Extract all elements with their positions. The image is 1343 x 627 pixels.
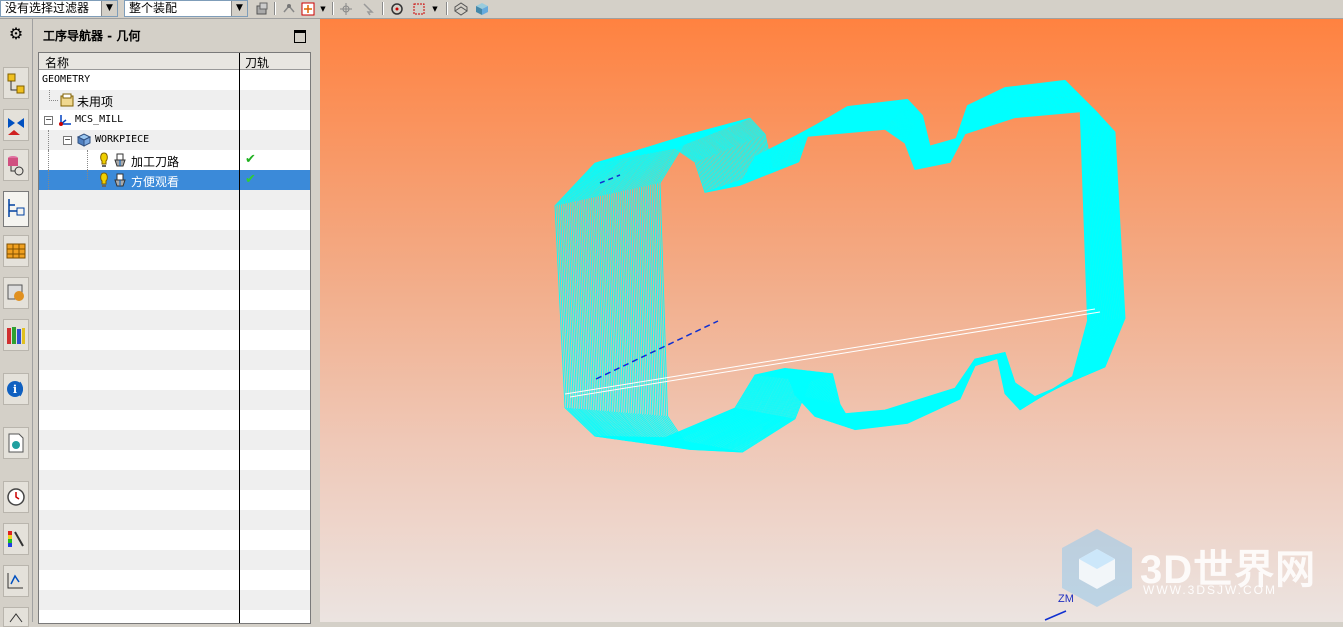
collapse-icon[interactable]: − <box>63 136 72 145</box>
chevron-down-icon[interactable]: ▼ <box>101 1 117 16</box>
empty-row <box>39 250 310 270</box>
empty-row <box>39 210 310 230</box>
toolpath-ok-check-icon: ✔ <box>245 172 256 187</box>
tree-row-label: MCS_MILL <box>75 114 124 125</box>
empty-row <box>39 330 310 350</box>
clock-history-icon[interactable] <box>3 481 29 513</box>
toolpath-pass <box>611 93 1106 446</box>
empty-row <box>39 230 310 250</box>
selection-filter-value: 没有选择过滤器 <box>5 1 90 15</box>
empty-row <box>39 390 310 410</box>
collapse-icon[interactable]: − <box>44 116 53 125</box>
selection-scope-dropdown[interactable]: 整个装配 ▼ <box>124 0 248 17</box>
wireframe-view-icon[interactable] <box>453 1 469 16</box>
empty-row <box>39 530 310 550</box>
tree-row-label: WORKPIECE <box>95 134 150 145</box>
coordinate-system-icon <box>59 115 71 126</box>
toolpath-model <box>554 79 1126 621</box>
point-dialog-icon[interactable] <box>300 1 316 16</box>
column-header-name[interactable]: 名称 <box>45 54 69 71</box>
empty-row <box>39 410 310 430</box>
empty-row <box>39 310 310 330</box>
part-navigator-icon[interactable] <box>3 149 29 181</box>
tree-row-operation-1[interactable]: 加工刀路 ✔ <box>39 150 310 170</box>
selection-filter-dropdown[interactable]: 没有选择过滤器 ▼ <box>0 0 118 17</box>
folder-icon <box>60 93 74 107</box>
panel-title: 工序导航器 - 几何 <box>43 29 141 43</box>
top-toolbar: 没有选择过滤器 ▼ 整个装配 ▼ ▼ ▼ <box>0 0 1343 19</box>
web-browser-icon[interactable] <box>3 277 29 309</box>
circle-target-icon[interactable] <box>389 1 405 16</box>
operation-navigator-panel: 工序导航器 - 几何 名称 刀轨 GEOMETRY 未用项 − MCS_MILL… <box>33 19 320 624</box>
empty-row <box>39 590 310 610</box>
roles-icon[interactable] <box>3 607 29 627</box>
tree-row-operation-2[interactable]: 方便观看 ✔ <box>39 170 310 190</box>
watermark-url: WWW.3DSJW.COM <box>1143 583 1277 597</box>
resource-bar: ⚙ i <box>0 19 33 627</box>
toolpath-ok-check-icon: ✔ <box>245 152 256 167</box>
column-header-toolpath[interactable]: 刀轨 <box>245 54 269 71</box>
empty-row <box>39 450 310 470</box>
axis-label-zm: ZM <box>1058 593 1074 605</box>
system-materials-icon[interactable] <box>3 565 29 597</box>
tree-row-geometry[interactable]: GEOMETRY <box>39 70 310 90</box>
tree-row-label: 未用项 <box>77 95 114 109</box>
tree-row-mcs-mill[interactable]: − MCS_MILL <box>39 110 310 130</box>
mill-operation-icon <box>114 173 126 187</box>
crosshair-icon[interactable] <box>338 1 354 16</box>
toolpath-pass <box>609 94 1106 446</box>
assembly-navigator-icon[interactable] <box>3 67 29 99</box>
svg-text:i: i <box>13 383 17 396</box>
empty-row <box>39 490 310 510</box>
empty-row <box>39 570 310 590</box>
document-history-icon[interactable] <box>3 427 29 459</box>
workpiece-icon <box>76 133 92 147</box>
chevron-down-icon[interactable]: ▼ <box>231 1 247 16</box>
snap-point-icon[interactable] <box>281 1 297 16</box>
empty-row <box>39 470 310 490</box>
empty-row <box>39 190 310 210</box>
empty-row <box>39 290 310 310</box>
empty-row <box>39 270 310 290</box>
shaded-view-icon[interactable] <box>474 1 490 16</box>
constraint-navigator-icon[interactable] <box>3 109 29 141</box>
table-header: 名称 刀轨 <box>39 53 310 70</box>
graphics-viewport[interactable]: 3D世界网 WWW.3DSJW.COM ZM <box>320 19 1343 622</box>
operation-navigator-icon[interactable] <box>3 191 29 227</box>
selection-scope-value: 整个装配 <box>129 1 178 15</box>
toolpath-pass <box>599 97 1110 445</box>
column-divider <box>239 53 240 623</box>
settings-gear-icon[interactable]: ⚙ <box>3 19 29 47</box>
toolpath-pass <box>607 94 1107 446</box>
empty-row <box>39 350 310 370</box>
toolpath-pass <box>588 100 1114 443</box>
machine-tool-navigator-icon[interactable] <box>3 235 29 267</box>
mill-operation-icon <box>114 153 126 167</box>
empty-row <box>39 550 310 570</box>
chevron-down-icon[interactable]: ▼ <box>318 1 328 16</box>
reuse-library-icon[interactable] <box>3 319 29 351</box>
navigator-tree-table: 名称 刀轨 GEOMETRY 未用项 − MCS_MILL − WORKPIEC… <box>38 52 311 624</box>
visualization-icon[interactable] <box>3 523 29 555</box>
select-tool-icon[interactable] <box>360 1 376 16</box>
chevron-down-icon[interactable]: ▼ <box>430 1 440 16</box>
tree-row-label: 方便观看 <box>131 175 180 189</box>
info-icon[interactable]: i <box>3 373 29 405</box>
tree-row-label: GEOMETRY <box>42 74 91 85</box>
maximize-icon[interactable] <box>294 30 306 43</box>
box-select-icon[interactable] <box>411 1 427 16</box>
select-features-icon[interactable] <box>254 1 270 16</box>
tree-row-label: 加工刀路 <box>131 155 180 169</box>
empty-row <box>39 370 310 390</box>
empty-row <box>39 510 310 530</box>
empty-row <box>39 430 310 450</box>
tree-row-workpiece[interactable]: − WORKPIECE <box>39 130 310 150</box>
toolpath-pass <box>600 96 1109 445</box>
tree-row-unused-items[interactable]: 未用项 <box>39 90 310 110</box>
toolpath-pass <box>586 100 1115 443</box>
